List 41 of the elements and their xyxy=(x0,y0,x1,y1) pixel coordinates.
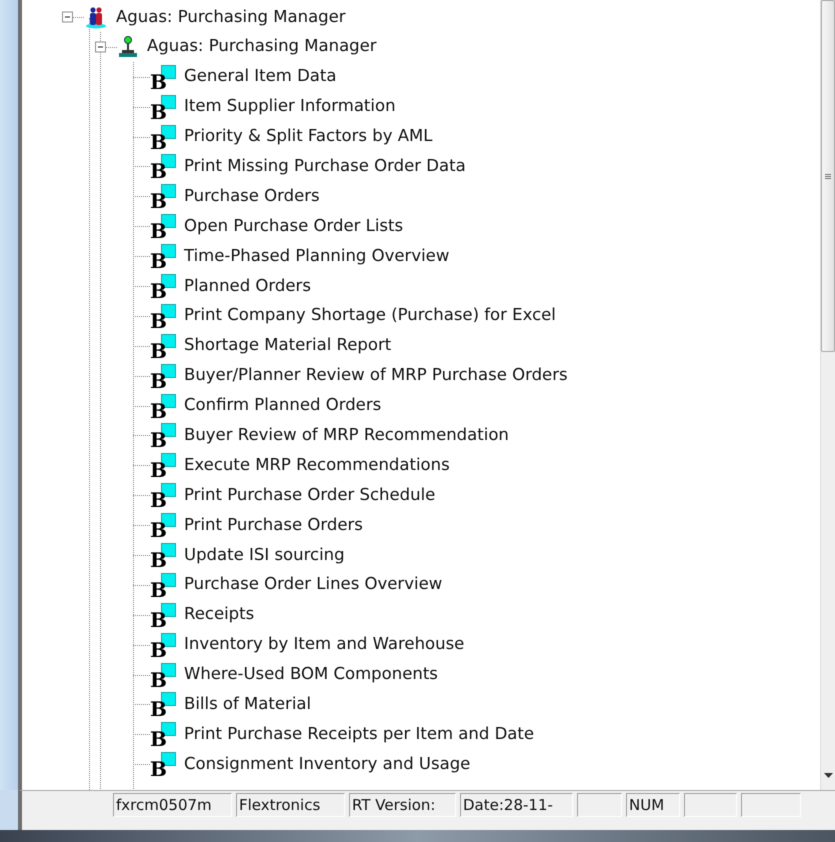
status-field: Date:28-11- xyxy=(460,793,573,817)
tree-item-label[interactable]: Print Purchase Receipts per Item and Date xyxy=(184,722,534,747)
tree-item-label[interactable]: Buyer/Planner Review of MRP Purchase Orders xyxy=(184,363,568,388)
status-field xyxy=(684,793,737,817)
status-field xyxy=(577,793,622,817)
tree-item-label[interactable]: Consignment Inventory and Usage xyxy=(184,752,470,777)
status-field: fxrcm0507m xyxy=(113,793,232,817)
scrollbar-thumb[interactable] xyxy=(821,0,835,352)
tree-item-label[interactable]: Planned Orders xyxy=(184,274,311,298)
status-field: Flextronics xyxy=(236,793,345,817)
tree-item-label[interactable]: Priority & Split Factors by AML xyxy=(184,124,432,149)
tree-item-label[interactable]: Shortage Material Report xyxy=(184,333,392,358)
scrollbar-track[interactable] xyxy=(820,0,835,790)
tree-item-label[interactable]: Purchase Orders xyxy=(184,184,320,209)
tree-item-label[interactable]: Aguas: Purchasing Manager xyxy=(147,34,377,60)
tree-item-label[interactable]: Buyer Review of MRP Recommendation xyxy=(184,423,509,448)
tree-item-label[interactable]: Receipts xyxy=(184,602,254,628)
people-icon xyxy=(84,4,108,29)
collapse-toggle[interactable] xyxy=(95,41,106,52)
tree-item-label[interactable]: Print Purchase Order Schedule xyxy=(184,482,436,508)
tree-item-label[interactable]: Where-Used BOM Components xyxy=(184,662,438,687)
tree-item-label[interactable]: Open Purchase Order Lists xyxy=(184,214,404,239)
status-field: RT Version: xyxy=(349,793,456,817)
person-icon xyxy=(117,34,139,59)
tree-item-label[interactable]: Update ISI sourcing xyxy=(184,542,345,568)
status-field: NUM xyxy=(626,793,680,817)
tree-item-label[interactable]: Purchase Order Lines Overview xyxy=(184,572,442,598)
tree-item-label[interactable]: General Item Data xyxy=(184,64,336,90)
tree-item-label[interactable]: Print Missing Purchase Order Data xyxy=(184,154,466,179)
tree-item-label[interactable]: Confirm Planned Orders xyxy=(184,393,382,418)
tree-item-label[interactable]: Execute MRP Recommendations xyxy=(184,452,450,478)
collapse-toggle[interactable] xyxy=(62,11,73,22)
tree-item-label[interactable]: Bills of Material xyxy=(184,692,312,717)
tree-item-label[interactable]: Time-Phased Planning Overview xyxy=(184,244,450,268)
tree-item-label[interactable]: Print Company Shortage (Purchase) for Excel xyxy=(184,303,556,328)
status-field xyxy=(741,793,801,817)
tree-item-label[interactable]: Aguas: Purchasing Manager xyxy=(116,4,346,30)
tree-item-label[interactable]: Item Supplier Information xyxy=(184,94,396,119)
tree-item-label[interactable]: Inventory by Item and Warehouse xyxy=(184,632,464,658)
tree-item-label[interactable]: Print Purchase Orders xyxy=(184,512,363,538)
scroll-down-arrow[interactable] xyxy=(824,773,832,778)
